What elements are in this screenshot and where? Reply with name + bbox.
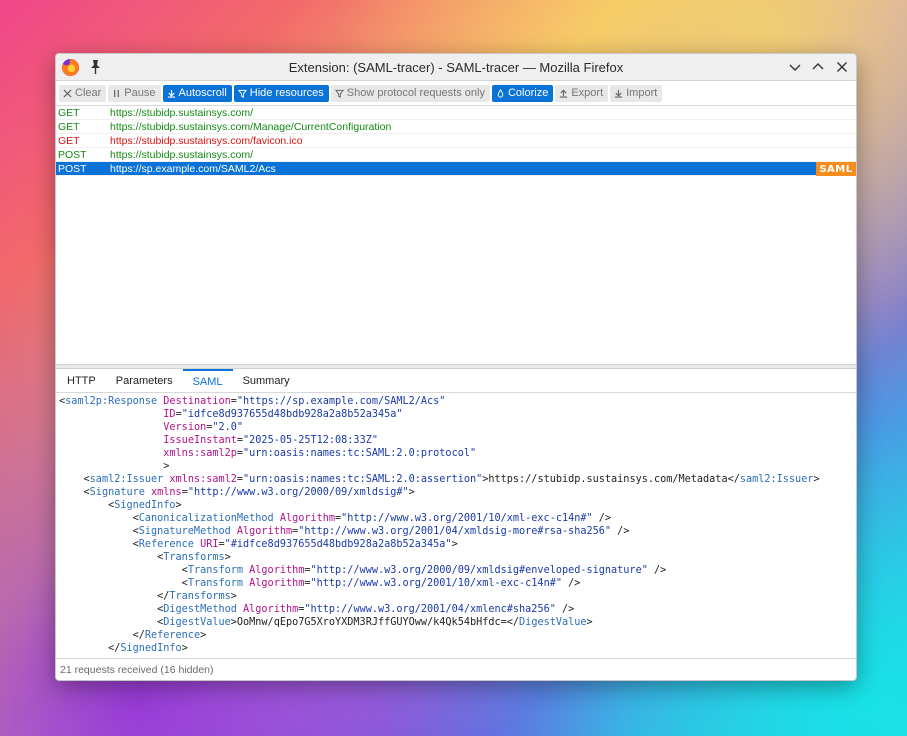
export-button[interactable]: Export <box>555 84 609 102</box>
status-text: 21 requests received (16 hidden) <box>60 663 214 676</box>
request-list: GET https://stubidp.sustainsys.com/ GET … <box>56 106 856 364</box>
tab-parameters[interactable]: Parameters <box>106 369 183 392</box>
xml-line: <SignatureMethod Algorithm="http://www.w… <box>59 526 630 537</box>
xml-line: </SignedInfo> <box>59 643 188 654</box>
pin-icon[interactable] <box>89 59 102 75</box>
request-method: GET <box>58 106 80 119</box>
xml-line: <DigestValue>OoMnw/qEpo7G5XroYXDM3RJffGU… <box>59 617 593 628</box>
request-url: https://stubidp.sustainsys.com/favicon.i… <box>110 134 303 147</box>
xml-line: <CanonicalizationMethod Algorithm="http:… <box>59 513 612 524</box>
xml-line: <Transforms> <box>59 552 231 563</box>
xml-line: </Transforms> <box>59 591 237 602</box>
filter-icon <box>334 89 344 98</box>
saml-badge: SAML <box>816 162 856 176</box>
hide-resources-button[interactable]: Hide resources <box>233 84 329 102</box>
droplet-icon <box>497 88 504 98</box>
xml-line: <SignedInfo> <box>59 500 182 511</box>
xml-line: </Reference> <box>59 630 207 641</box>
xml-line: <Transform Algorithm="http://www.w3.org/… <box>59 578 581 589</box>
window-title: Extension: (SAML-tracer) - SAML-tracer —… <box>288 59 624 75</box>
request-method: GET <box>58 120 80 133</box>
xml-line: Version="2.0" <box>163 422 244 433</box>
filter-icon <box>237 89 247 98</box>
minimize-icon[interactable] <box>788 60 802 74</box>
detail-tabs: HTTP Parameters SAML Summary <box>56 369 856 393</box>
tab-http[interactable]: HTTP <box>57 369 106 392</box>
xml-line: ID="idfce8d937655d48bdb928a2a8b52a345a" <box>163 409 403 420</box>
download-arrow-icon <box>167 89 175 98</box>
request-url: https://stubidp.sustainsys.com/ <box>110 106 253 119</box>
pause-icon <box>114 89 120 97</box>
xml-line: <saml2:Issuer xmlns:saml2="urn:oasis:nam… <box>59 474 820 485</box>
request-row-selected[interactable]: POST https://sp.example.com/SAML2/Acs SA… <box>56 162 856 176</box>
request-row[interactable]: POST https://stubidp.sustainsys.com/ <box>56 148 856 162</box>
request-row[interactable]: GET https://stubidp.sustainsys.com/ <box>56 106 856 120</box>
request-row[interactable]: GET https://stubidp.sustainsys.com/Manag… <box>56 120 856 134</box>
tab-summary[interactable]: Summary <box>233 369 300 392</box>
xml-line: xmlns:saml2p="urn:oasis:names:tc:SAML:2.… <box>163 448 477 459</box>
show-protocol-requests-button[interactable]: Show protocol requests only <box>330 84 490 102</box>
tab-saml[interactable]: SAML <box>182 369 233 392</box>
request-method: GET <box>58 134 80 147</box>
download-icon <box>615 89 623 98</box>
xml-line: <Signature xmlns="http://www.w3.org/2000… <box>59 487 415 498</box>
request-url: https://stubidp.sustainsys.com/Manage/Cu… <box>110 120 392 133</box>
pause-button[interactable]: Pause <box>108 84 161 102</box>
xml-line: <saml2p:Response Destination="https://sp… <box>59 396 446 407</box>
request-method: POST <box>58 162 87 175</box>
status-bar: 21 requests received (16 hidden) <box>56 658 856 680</box>
xml-line: IssueInstant="2025-05-25T12:08:33Z" <box>163 435 378 446</box>
title-bar: Extension: (SAML-tracer) - SAML-tracer —… <box>56 54 856 81</box>
colorize-button[interactable]: Colorize <box>491 84 554 102</box>
xml-line: <Reference URI="#idfce8d937655d48bdb928a… <box>59 539 458 550</box>
close-icon[interactable] <box>835 60 849 74</box>
clear-button[interactable]: Clear <box>59 84 107 102</box>
firefox-window: Extension: (SAML-tracer) - SAML-tracer —… <box>55 53 857 681</box>
request-url: https://stubidp.sustainsys.com/ <box>110 148 253 161</box>
saml-xml-view: <saml2p:Response Destination="https://sp… <box>56 393 856 658</box>
upload-icon <box>560 89 568 98</box>
xml-line: <DigestMethod Algorithm="http://www.w3.o… <box>59 604 575 615</box>
maximize-icon[interactable] <box>811 60 825 74</box>
xml-line: > <box>59 461 170 472</box>
toolbar: Clear Pause Autoscroll Hide resources Sh… <box>56 81 856 106</box>
request-row[interactable]: GET https://stubidp.sustainsys.com/favic… <box>56 134 856 148</box>
autoscroll-button[interactable]: Autoscroll <box>162 84 232 102</box>
import-button[interactable]: Import <box>610 84 663 102</box>
xml-line: <Transform Algorithm="http://www.w3.org/… <box>59 565 667 576</box>
x-icon <box>63 88 72 98</box>
request-url: https://sp.example.com/SAML2/Acs <box>110 162 276 175</box>
firefox-icon <box>61 58 80 77</box>
request-method: POST <box>58 148 87 161</box>
